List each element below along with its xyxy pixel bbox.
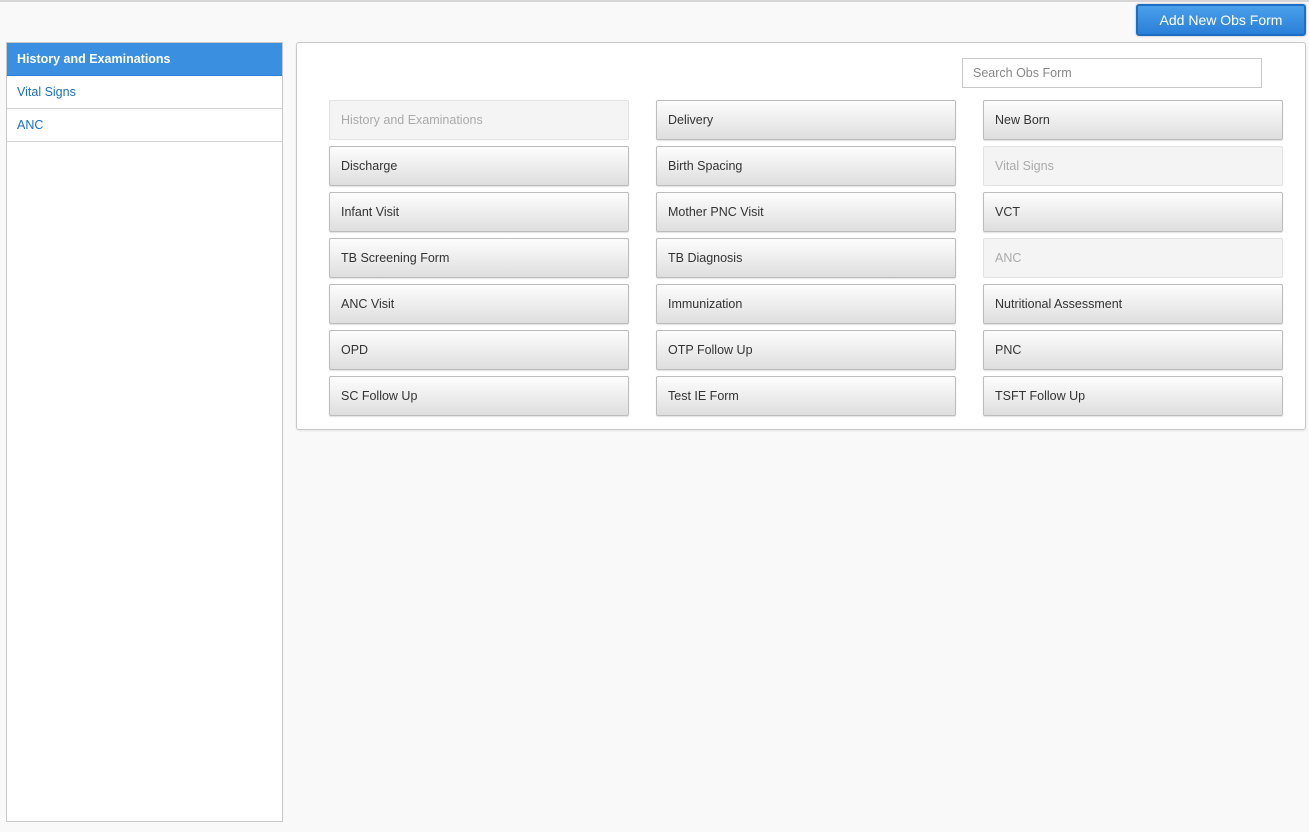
form-button-test-ie-form[interactable]: Test IE Form xyxy=(656,376,956,416)
form-button-opd[interactable]: OPD xyxy=(329,330,629,370)
form-button-vital-signs: Vital Signs xyxy=(983,146,1283,186)
form-button-tb-diagnosis[interactable]: TB Diagnosis xyxy=(656,238,956,278)
form-button-new-born[interactable]: New Born xyxy=(983,100,1283,140)
obs-forms-panel: History and Examinations Delivery New Bo… xyxy=(296,42,1306,430)
form-button-tsft-follow-up[interactable]: TSFT Follow Up xyxy=(983,376,1283,416)
form-button-tb-screening-form[interactable]: TB Screening Form xyxy=(329,238,629,278)
form-button-anc: ANC xyxy=(983,238,1283,278)
obs-forms-grid: History and Examinations Delivery New Bo… xyxy=(329,100,1283,416)
form-button-mother-pnc-visit[interactable]: Mother PNC Visit xyxy=(656,192,956,232)
top-divider xyxy=(0,0,1309,2)
add-new-obs-form-button[interactable]: Add New Obs Form xyxy=(1136,4,1306,36)
form-button-nutritional-assessment[interactable]: Nutritional Assessment xyxy=(983,284,1283,324)
form-button-pnc[interactable]: PNC xyxy=(983,330,1283,370)
sidebar-item-history-and-examinations[interactable]: History and Examinations xyxy=(7,43,282,76)
search-obs-form-input[interactable] xyxy=(962,58,1262,88)
sidebar-item-anc[interactable]: ANC xyxy=(7,109,282,142)
form-button-delivery[interactable]: Delivery xyxy=(656,100,956,140)
form-button-infant-visit[interactable]: Infant Visit xyxy=(329,192,629,232)
form-button-vct[interactable]: VCT xyxy=(983,192,1283,232)
form-button-sc-follow-up[interactable]: SC Follow Up xyxy=(329,376,629,416)
form-button-immunization[interactable]: Immunization xyxy=(656,284,956,324)
sidebar-item-vital-signs[interactable]: Vital Signs xyxy=(7,76,282,109)
form-button-discharge[interactable]: Discharge xyxy=(329,146,629,186)
selected-forms-sidebar: History and Examinations Vital Signs ANC xyxy=(6,42,283,822)
form-button-history-and-examinations: History and Examinations xyxy=(329,100,629,140)
form-button-birth-spacing[interactable]: Birth Spacing xyxy=(656,146,956,186)
form-button-otp-follow-up[interactable]: OTP Follow Up xyxy=(656,330,956,370)
form-button-anc-visit[interactable]: ANC Visit xyxy=(329,284,629,324)
